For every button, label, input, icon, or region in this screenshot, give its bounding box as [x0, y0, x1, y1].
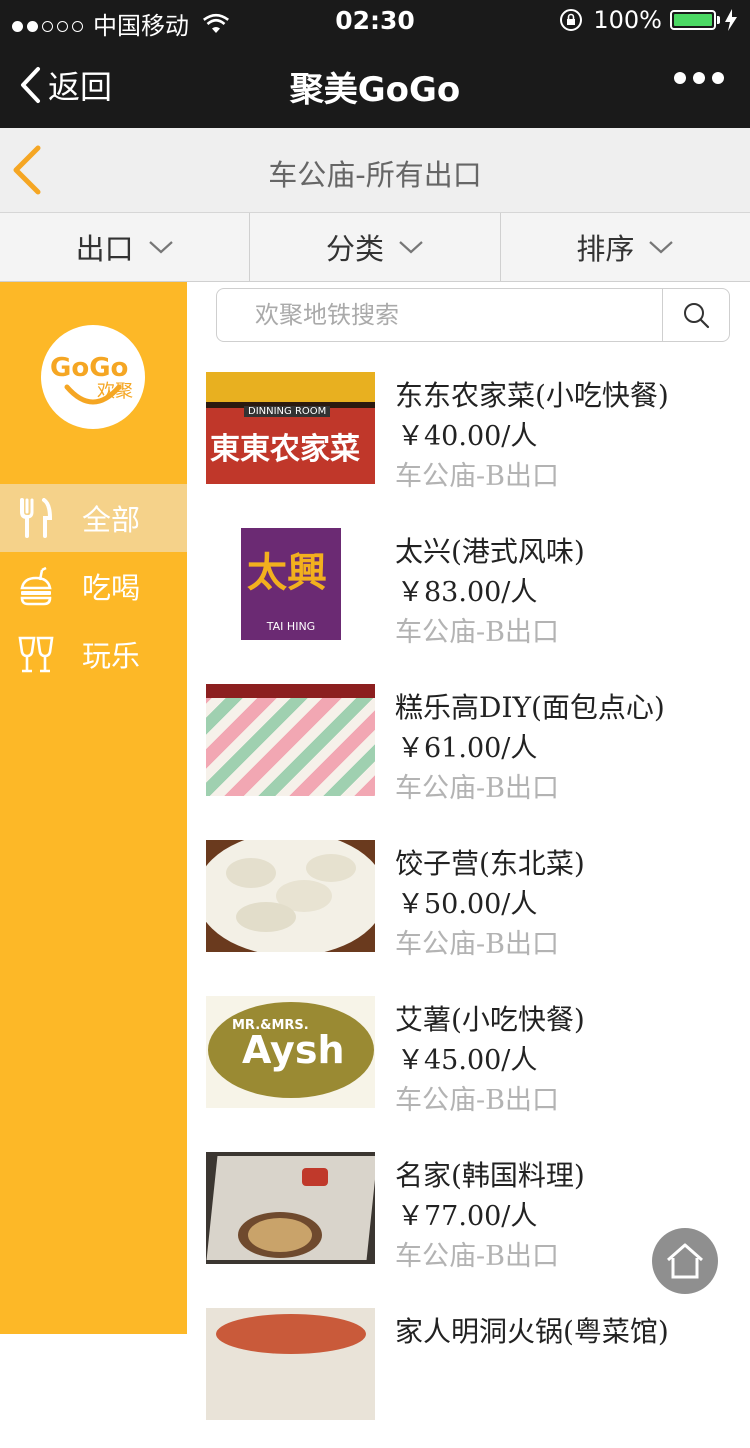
sidebar-item-fun-label: 玩乐	[82, 639, 141, 673]
restaurant-thumbnail	[206, 1308, 375, 1420]
search-icon	[684, 303, 710, 329]
rotation-lock-icon	[560, 9, 583, 31]
status-bar: 中国移动 02:30 100%	[0, 0, 750, 40]
back-to-top-button[interactable]	[652, 1228, 718, 1294]
home-up-icon	[667, 1243, 703, 1279]
restaurant-thumbnail	[206, 840, 375, 952]
battery-icon	[670, 10, 716, 30]
restaurant-price: ￥50.00/人	[397, 889, 538, 920]
filter-exit[interactable]: 出口	[0, 213, 251, 281]
gogo-logo: GoGo 欢聚	[41, 325, 145, 429]
restaurant-location: 车公庙-B出口	[395, 773, 559, 804]
chevron-down-icon	[649, 241, 674, 254]
restaurant-name: 名家(韩国料理)	[395, 1159, 585, 1192]
restaurant-location: 车公庙-B出口	[395, 461, 559, 492]
sidebar-item-fun[interactable]: 玩乐	[0, 620, 187, 688]
list-item[interactable]: 太興 TAI HING 太兴(港式风味) ￥83.00/人 车公庙-B出口	[187, 512, 750, 668]
restaurant-thumbnail	[206, 684, 375, 796]
restaurant-thumbnail	[206, 1152, 375, 1264]
list-item[interactable]: 家人明洞火锅(粤菜馆)	[187, 1292, 750, 1448]
filter-sort[interactable]: 排序	[501, 213, 750, 281]
category-sidebar: GoGo 欢聚 全部 吃喝 玩乐	[0, 282, 187, 1334]
restaurant-name: 东东农家菜(小吃快餐)	[395, 379, 669, 412]
back-label: 返回	[48, 68, 113, 106]
list-item[interactable]: MR.&MRS. Aysh 艾薯(小吃快餐) ￥45.00/人 车公庙-B出口	[187, 980, 750, 1136]
sidebar-item-all[interactable]: 全部	[0, 484, 187, 552]
filter-exit-label: 出口	[75, 232, 134, 266]
more-options-button[interactable]	[667, 72, 724, 84]
restaurant-price: ￥61.00/人	[397, 733, 538, 764]
charging-bolt-icon	[725, 9, 737, 31]
chevron-down-icon	[399, 241, 423, 254]
burger-icon	[20, 566, 52, 606]
battery-percentage: 100%	[593, 6, 662, 34]
restaurant-price: ￥45.00/人	[397, 1045, 538, 1076]
restaurant-location: 车公庙-B出口	[395, 1085, 559, 1116]
restaurant-price: ￥83.00/人	[397, 577, 538, 608]
restaurant-thumbnail: DINNING ROOM 東東农家菜	[206, 372, 375, 484]
restaurant-location: 车公庙-B出口	[395, 1241, 559, 1272]
restaurant-thumbnail: MR.&MRS. Aysh	[206, 996, 375, 1108]
glass-icon	[18, 636, 54, 673]
restaurant-name: 家人明洞火锅(粤菜馆)	[395, 1315, 669, 1348]
back-button[interactable]: 返回	[18, 62, 112, 108]
restaurant-price: ￥40.00/人	[397, 421, 538, 452]
filter-category-label: 分类	[325, 232, 384, 266]
sidebar-item-all-label: 全部	[82, 503, 141, 537]
sidebar-item-eat-drink-label: 吃喝	[82, 571, 141, 605]
page-title: 聚美GoGo	[289, 70, 461, 110]
filter-category[interactable]: 分类	[250, 213, 501, 281]
filter-bar: 出口 分类 排序	[0, 213, 750, 282]
restaurant-name: 艾薯(小吃快餐)	[395, 1003, 585, 1036]
restaurant-thumbnail: 太興 TAI HING	[206, 528, 375, 640]
restaurant-location: 车公庙-B出口	[395, 617, 559, 648]
nav-bar: 返回 聚美GoGo	[0, 40, 750, 128]
chevron-down-icon	[148, 241, 173, 254]
restaurant-price: ￥77.00/人	[397, 1201, 538, 1232]
search-box	[216, 288, 730, 342]
sidebar-item-eat-drink[interactable]: 吃喝	[0, 552, 187, 620]
restaurant-name: 饺子营(东北菜)	[395, 847, 585, 880]
station-title: 车公庙-所有出口	[268, 158, 482, 192]
restaurant-name: 糕乐高DIY(面包点心)	[395, 691, 665, 724]
filter-sort-label: 排序	[576, 232, 635, 266]
search-button[interactable]	[662, 289, 729, 341]
sub-header: 车公庙-所有出口	[0, 128, 750, 213]
restaurant-name: 太兴(港式风味)	[395, 535, 585, 568]
search-input[interactable]	[217, 289, 663, 341]
restaurant-location: 车公庙-B出口	[395, 929, 559, 960]
chevron-left-icon	[21, 67, 40, 103]
fork-knife-icon	[20, 498, 53, 538]
list-item[interactable]: 饺子营(东北菜) ￥50.00/人 车公庙-B出口	[187, 824, 750, 980]
list-item[interactable]: DINNING ROOM 東東农家菜 东东农家菜(小吃快餐) ￥40.00/人 …	[187, 356, 750, 512]
list-item[interactable]: 糕乐高DIY(面包点心) ￥61.00/人 车公庙-B出口	[187, 668, 750, 824]
